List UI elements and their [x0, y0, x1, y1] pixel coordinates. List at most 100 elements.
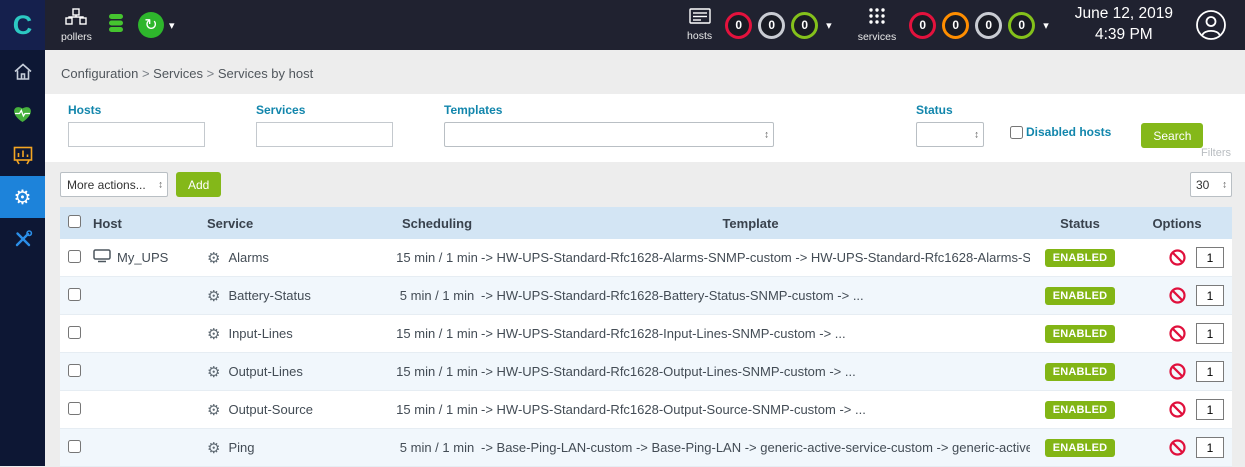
duplicate-count-input[interactable] [1196, 361, 1224, 382]
template-cell: -> HW-UPS-Standard-Rfc1628-Input-Lines-S… [481, 326, 1030, 341]
sidebar-item-monitoring[interactable] [0, 92, 45, 134]
services-filter-input[interactable] [256, 122, 393, 147]
hosts-menu[interactable]: hosts [687, 8, 712, 42]
hosts-counter-down[interactable]: 0 [725, 12, 752, 39]
service-name[interactable]: Input-Lines [228, 326, 292, 341]
hosts-chevron-icon[interactable]: ▾ [826, 19, 832, 32]
actions-bar: More actions... Add 30 [45, 162, 1245, 207]
duplicate-count-input[interactable] [1196, 399, 1224, 420]
service-name[interactable]: Output-Source [228, 402, 313, 417]
table-row: ⚙ Output-Lines 15 min / 1 min -> HW-UPS-… [60, 353, 1232, 391]
template-cell: -> HW-UPS-Standard-Rfc1628-Output-Source… [481, 402, 1030, 417]
row-checkbox[interactable] [68, 402, 81, 415]
sidebar-item-home[interactable] [0, 50, 45, 92]
service-gear-icon: ⚙ [207, 325, 220, 343]
breadcrumb: Configuration > Services > Services by h… [45, 50, 1245, 94]
disable-service-icon[interactable] [1169, 287, 1186, 304]
duplicate-count-input[interactable] [1196, 285, 1224, 306]
hosts-filter-input[interactable] [68, 122, 205, 147]
pollers-menu[interactable]: pollers [61, 8, 92, 43]
header-host[interactable]: Host [93, 216, 201, 231]
bar-chart-icon [13, 146, 33, 165]
filter-bar: Hosts Services Templates Status Disabled… [45, 94, 1245, 162]
disable-service-icon[interactable] [1169, 363, 1186, 380]
user-avatar[interactable] [1195, 9, 1227, 41]
services-chevron-icon[interactable]: ▾ [1043, 19, 1049, 32]
filter-status: Status [916, 103, 984, 147]
sidebar-item-configuration[interactable]: ⚙ [0, 176, 45, 218]
scheduling-cell: 15 min / 1 min [393, 364, 481, 379]
centreon-logo[interactable]: C [0, 0, 45, 50]
sidebar-item-reporting[interactable] [0, 134, 45, 176]
add-button[interactable]: Add [176, 172, 221, 197]
status-filter-select[interactable] [916, 122, 984, 147]
breadcrumb-item[interactable]: Services [153, 66, 203, 81]
disable-service-icon[interactable] [1169, 249, 1186, 266]
hosts-counter-unreachable[interactable]: 0 [758, 12, 785, 39]
header-status[interactable]: Status [1030, 216, 1130, 231]
disable-service-icon[interactable] [1169, 401, 1186, 418]
status-badge: ENABLED [1045, 287, 1116, 305]
table-row: ⚙ Input-Lines 15 min / 1 min -> HW-UPS-S… [60, 315, 1232, 353]
status-badge: ENABLED [1045, 401, 1116, 419]
status-badge: ENABLED [1045, 249, 1116, 267]
services-menu[interactable]: services [858, 7, 897, 43]
filters-link[interactable]: Filters [1201, 147, 1231, 159]
sidebar-item-administration[interactable] [0, 218, 45, 260]
header-template[interactable]: Template [481, 216, 1030, 231]
filter-disabled-hosts: Disabled hosts [1010, 125, 1111, 139]
filter-hosts: Hosts [68, 103, 205, 147]
hosts-label: hosts [687, 30, 712, 42]
page-size-select[interactable]: 30 [1190, 172, 1232, 197]
row-checkbox[interactable] [68, 440, 81, 453]
search-button[interactable]: Search [1141, 123, 1203, 148]
disable-service-icon[interactable] [1169, 325, 1186, 342]
row-checkbox[interactable] [68, 364, 81, 377]
service-name[interactable]: Battery-Status [228, 288, 310, 303]
more-actions-select[interactable]: More actions... [60, 172, 168, 197]
pollers-icon [65, 8, 87, 28]
row-checkbox[interactable] [68, 288, 81, 301]
row-checkbox[interactable] [68, 250, 81, 263]
row-checkbox[interactable] [68, 326, 81, 339]
hosts-counter-up[interactable]: 0 [791, 12, 818, 39]
pollers-label: pollers [61, 31, 92, 43]
status-badge: ENABLED [1045, 325, 1116, 343]
host-name[interactable]: My_UPS [117, 250, 168, 265]
services-icon [868, 7, 886, 28]
clock: June 12, 2019 4:39 PM [1075, 4, 1173, 46]
services-counter-critical[interactable]: 0 [909, 12, 936, 39]
service-name[interactable]: Output-Lines [228, 364, 302, 379]
disabled-hosts-checkbox[interactable] [1010, 126, 1023, 139]
database-icon[interactable] [106, 13, 126, 38]
services-counter-ok[interactable]: 0 [1008, 12, 1035, 39]
templates-filter-select[interactable] [444, 122, 774, 147]
poller-status-icon[interactable]: ↻ [138, 12, 164, 38]
disable-service-icon[interactable] [1169, 439, 1186, 456]
services-counter-unknown[interactable]: 0 [975, 12, 1002, 39]
breadcrumb-item[interactable]: Configuration [61, 66, 138, 81]
current-date: June 12, 2019 [1075, 4, 1173, 25]
header-scheduling[interactable]: Scheduling [393, 216, 481, 231]
service-name[interactable]: Ping [228, 440, 254, 455]
service-gear-icon: ⚙ [207, 249, 220, 267]
services-counter-warning[interactable]: 0 [942, 12, 969, 39]
header-service[interactable]: Service [201, 216, 393, 231]
header-options: Options [1130, 216, 1232, 231]
select-all-checkbox[interactable] [68, 215, 81, 228]
service-name[interactable]: Alarms [228, 250, 268, 265]
breadcrumb-item[interactable]: Services by host [218, 66, 313, 81]
table-row: ⚙ Output-Source 15 min / 1 min -> HW-UPS… [60, 391, 1232, 429]
scheduling-cell: 5 min / 1 min [393, 440, 481, 455]
poller-status-chevron-icon[interactable]: ▾ [169, 19, 175, 32]
services-counters: 0000 [906, 12, 1038, 39]
current-time: 4:39 PM [1075, 25, 1173, 46]
tools-icon [13, 229, 33, 249]
filter-templates: Templates [444, 103, 774, 147]
templates-filter-label: Templates [444, 103, 774, 117]
duplicate-count-input[interactable] [1196, 437, 1224, 458]
duplicate-count-input[interactable] [1196, 247, 1224, 268]
scheduling-cell: 15 min / 1 min [393, 326, 481, 341]
duplicate-count-input[interactable] [1196, 323, 1224, 344]
service-gear-icon: ⚙ [207, 401, 220, 419]
